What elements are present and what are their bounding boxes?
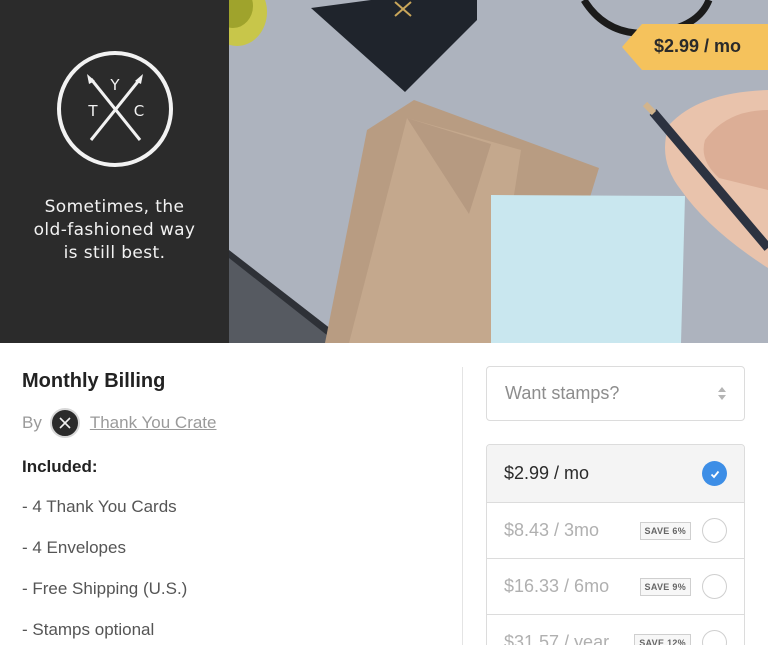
column-divider [462, 367, 463, 645]
brand-panel: Y T C Sometimes, the old-fashioned way i… [0, 0, 229, 343]
list-item: - Stamps optional [22, 620, 155, 639]
logo-letter-right: C [134, 102, 144, 120]
save-badge: SAVE 6% [639, 521, 691, 540]
hero-banner: Y T C Sometimes, the old-fashioned way i… [0, 0, 768, 343]
plan-price: $2.99 / mo [504, 463, 590, 483]
logo-letter-left: T [87, 102, 98, 120]
thank-you-crate-logo: Y T C [57, 51, 173, 167]
seller-link[interactable]: Thank You Crate [90, 413, 217, 433]
feature-list: - 4 Thank You Cards - 4 Envelopes - Free… [22, 497, 187, 645]
byline: By Thank You Crate [22, 407, 217, 439]
tagline: Sometimes, the old-fashioned way is stil… [10, 196, 219, 265]
tagline-line: old-fashioned way [33, 220, 196, 240]
plan-price: $8.43 / 3mo [504, 520, 600, 540]
radio-button[interactable] [702, 574, 727, 599]
save-badge: SAVE 12% [634, 633, 691, 645]
stamps-select-placeholder: Want stamps? [505, 383, 620, 403]
stamps-select[interactable]: Want stamps? [486, 366, 745, 421]
product-title: Monthly Billing [22, 370, 166, 392]
plan-option-6mo[interactable]: $16.33 / 6mo SAVE 9% [487, 558, 744, 614]
save-badge: SAVE 9% [639, 577, 691, 596]
tagline-line: is still best. [63, 243, 166, 263]
select-arrows-icon [718, 387, 726, 400]
radio-checked-icon[interactable] [702, 461, 727, 486]
checkmark-icon [710, 470, 719, 478]
plan-option-year[interactable]: $31.57 / year SAVE 12% [487, 614, 744, 645]
by-label: By [22, 413, 42, 432]
logo-letter-top: Y [109, 76, 120, 94]
list-item: - 4 Envelopes [22, 538, 126, 557]
price-tag-label: $2.99 / mo [654, 36, 742, 56]
plan-price: $31.57 / year [504, 632, 610, 645]
radio-button[interactable] [702, 518, 727, 543]
plan-option-3mo[interactable]: $8.43 / 3mo SAVE 6% [487, 502, 744, 558]
plan-price: $16.33 / 6mo [504, 576, 610, 596]
seller-avatar[interactable] [49, 408, 80, 438]
radio-button[interactable] [702, 630, 727, 645]
crossed-pencils-icon [59, 417, 71, 429]
included-heading: Included: [22, 457, 98, 476]
billing-plan-options: $2.99 / mo $8.43 / 3mo SAVE 6% $16.33 / … [486, 444, 745, 645]
list-item: - 4 Thank You Cards [22, 497, 177, 516]
plan-option-monthly[interactable]: $2.99 / mo [487, 445, 744, 502]
tagline-line: Sometimes, the [44, 197, 185, 217]
list-item: - Free Shipping (U.S.) [22, 579, 188, 598]
